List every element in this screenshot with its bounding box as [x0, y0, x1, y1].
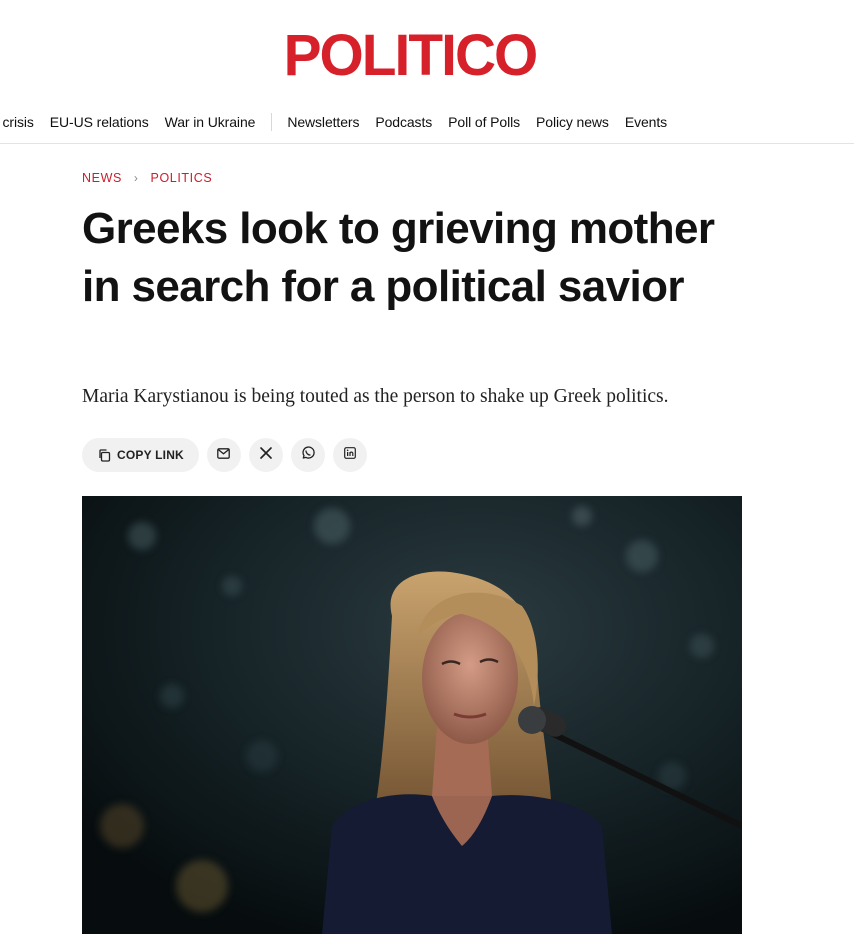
chevron-right-icon: ›: [133, 171, 139, 185]
nav-item-newsletters[interactable]: Newsletters: [287, 114, 359, 130]
breadcrumb-news[interactable]: NEWS: [82, 171, 122, 185]
nav-item-war-in-ukraine[interactable]: War in Ukraine: [165, 114, 256, 130]
nav-item-podcasts[interactable]: Podcasts: [375, 114, 432, 130]
whatsapp-icon: [301, 445, 315, 465]
share-linkedin-button[interactable]: [332, 438, 367, 472]
article-headline: Greeks look to grieving mother in search…: [82, 204, 715, 311]
copy-icon: [98, 448, 111, 462]
share-whatsapp-button[interactable]: [290, 438, 325, 472]
nav-item-events[interactable]: Events: [625, 114, 667, 130]
article-dek: Maria Karystianou is being touted as the…: [82, 386, 669, 407]
nav-item-eu-us-relations[interactable]: EU-US relations: [50, 114, 149, 130]
top-nav: al crisis EU-US relations War in Ukraine…: [0, 100, 854, 144]
share-email-button[interactable]: [206, 438, 241, 472]
breadcrumb-politics[interactable]: POLITICS: [151, 171, 213, 185]
site-logo[interactable]: POLITICO: [0, 22, 820, 89]
copy-link-label: COPY LINK: [117, 448, 184, 462]
nav-item-crisis[interactable]: al crisis: [0, 114, 34, 130]
share-bar: COPY LINK: [82, 438, 375, 472]
linkedin-icon: [344, 446, 356, 464]
logo-wordmark: POLITICO: [283, 23, 539, 88]
nav-item-poll-of-polls[interactable]: Poll of Polls: [448, 114, 520, 130]
mail-icon: [217, 446, 231, 464]
share-x-button[interactable]: [248, 438, 283, 472]
copy-link-button[interactable]: COPY LINK: [82, 438, 199, 472]
breadcrumb: NEWS › POLITICS: [82, 171, 212, 185]
nav-item-policy-news[interactable]: Policy news: [536, 114, 609, 130]
article-hero-image: [82, 496, 742, 934]
x-icon: [260, 446, 272, 464]
nav-divider: [271, 113, 273, 131]
